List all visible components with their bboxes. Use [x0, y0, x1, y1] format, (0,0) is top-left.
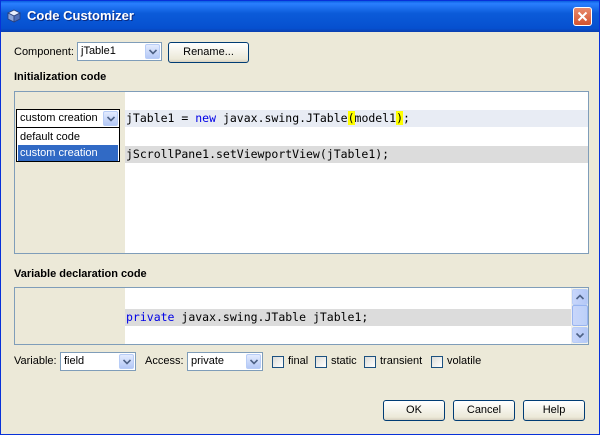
static-label: static: [331, 355, 357, 367]
title-bar[interactable]: Code Customizer: [1, 1, 599, 32]
scroll-down-button[interactable]: [572, 327, 588, 343]
init-code-heading: Initialization code: [14, 71, 107, 83]
transient-checkbox[interactable]: [364, 356, 376, 368]
access-combo[interactable]: private: [187, 352, 263, 371]
creation-mode-dropdown: default code custom creation: [16, 127, 120, 162]
init-line-2: jScrollPane1.setViewportView(jTable1);: [126, 147, 390, 161]
variable-combo[interactable]: field: [60, 352, 136, 371]
dialog-content: Component: jTable1 Rename... Initializat…: [4, 32, 596, 431]
close-icon: [577, 11, 588, 22]
help-button[interactable]: Help: [523, 400, 585, 421]
variable-value: field: [64, 355, 85, 367]
transient-label: transient: [380, 355, 423, 367]
final-label: final: [288, 355, 309, 367]
option-custom-creation[interactable]: custom creation: [18, 145, 118, 161]
chevron-down-icon[interactable]: [145, 44, 160, 59]
scroll-thumb[interactable]: [572, 305, 588, 326]
final-checkbox[interactable]: [272, 356, 284, 368]
creation-mode-combo[interactable]: custom creation: [16, 109, 120, 128]
static-checkbox[interactable]: [315, 356, 327, 368]
chevron-up-icon: [575, 294, 585, 300]
var-decl-editor[interactable]: private javax.swing.JTable jTable1;: [14, 287, 589, 345]
ok-button[interactable]: OK: [383, 400, 445, 421]
chevron-down-icon[interactable]: [119, 354, 134, 369]
component-label: Component:: [14, 46, 74, 58]
var-gutter: [15, 288, 125, 344]
chevron-down-icon: [575, 332, 585, 339]
var-decl-line: private javax.swing.JTable jTable1;: [126, 310, 369, 324]
volatile-checkbox[interactable]: [431, 356, 443, 368]
variable-label: Variable:: [14, 355, 57, 367]
var-scrollbar[interactable]: [571, 288, 588, 344]
code-customizer-dialog: Code Customizer Component: jTable1 Renam…: [0, 0, 600, 435]
scroll-up-button[interactable]: [572, 289, 588, 305]
option-default-code[interactable]: default code: [18, 129, 118, 145]
cube-icon: [7, 9, 21, 23]
var-decl-heading: Variable declaration code: [14, 268, 147, 280]
component-value: jTable1: [81, 45, 116, 57]
window-title: Code Customizer: [27, 8, 134, 23]
access-value: private: [191, 355, 225, 367]
creation-mode-value: custom creation: [20, 112, 98, 124]
access-label: Access:: [145, 355, 184, 367]
cancel-button[interactable]: Cancel: [453, 400, 515, 421]
volatile-label: volatile: [447, 355, 482, 367]
close-button[interactable]: [573, 7, 592, 26]
rename-button[interactable]: Rename...: [168, 42, 249, 63]
chevron-down-icon[interactable]: [103, 111, 118, 126]
chevron-down-icon[interactable]: [246, 354, 261, 369]
init-line-1: jTable1 = new javax.swing.JTable(model1)…: [126, 111, 410, 125]
component-combo[interactable]: jTable1: [77, 42, 162, 61]
